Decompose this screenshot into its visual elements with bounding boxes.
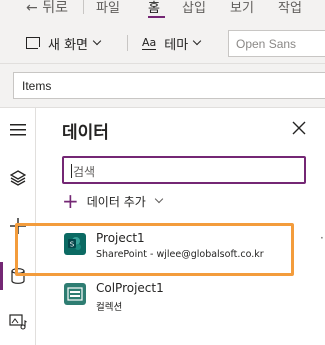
- theme-button[interactable]: Aa 테마: [142, 33, 202, 53]
- close-icon: [292, 121, 306, 135]
- media-icon: [9, 314, 27, 330]
- text-cursor: [71, 164, 72, 178]
- formula-bar: Items: [0, 64, 325, 108]
- rail-media-button[interactable]: [0, 304, 36, 340]
- highlight-box: [15, 223, 294, 276]
- add-data-button[interactable]: + 데이터 추가: [62, 189, 164, 213]
- menu-separator: [83, 0, 84, 14]
- chevron-down-icon: [92, 36, 102, 46]
- search-placeholder: 검색: [73, 165, 96, 179]
- data-source-subtitle: 컬렉션: [96, 302, 123, 313]
- add-data-label: 데이터 추가: [86, 194, 146, 209]
- theme-label: 테마: [164, 37, 189, 53]
- rail-tree-view-button[interactable]: [0, 160, 36, 196]
- menu-action[interactable]: 작업: [278, 0, 302, 16]
- collection-icon: [64, 283, 86, 305]
- more-options-icon[interactable]: ···: [320, 231, 325, 245]
- new-screen-label: 새 화면: [48, 37, 89, 53]
- close-pane-button[interactable]: [290, 119, 308, 137]
- font-family-dropdown[interactable]: Open Sans: [228, 30, 325, 57]
- chevron-down-icon: [192, 36, 202, 46]
- chevron-down-icon: [154, 194, 164, 204]
- data-source-item[interactable]: ColProject1 컬렉션: [58, 276, 318, 320]
- theme-icon: Aa: [142, 35, 157, 50]
- new-screen-button[interactable]: 새 화면: [26, 33, 102, 53]
- search-input[interactable]: 검색: [62, 156, 306, 184]
- rail-menu-button[interactable]: [0, 112, 36, 148]
- toolbar-divider: [127, 35, 128, 51]
- layers-icon: [10, 170, 26, 186]
- new-screen-icon: [26, 37, 43, 52]
- ribbon-toolbar: 새 화면 Aa 테마 Open Sans: [0, 18, 325, 64]
- pane-title: 데이터: [62, 123, 109, 143]
- menu-home[interactable]: 홈: [148, 0, 160, 16]
- back-label: 뒤로: [42, 0, 68, 16]
- back-button[interactable]: ← 뒤로: [26, 0, 68, 17]
- back-arrow-icon: ←: [26, 0, 38, 16]
- menu-file[interactable]: 파일: [96, 0, 120, 16]
- menu-bar: ← 뒤로 파일 홈 삽입 보기 작업: [0, 0, 325, 18]
- property-dropdown[interactable]: Items: [13, 72, 325, 99]
- hamburger-icon: [10, 124, 26, 136]
- data-source-name: ColProject1: [96, 281, 164, 295]
- menu-view[interactable]: 보기: [230, 0, 254, 16]
- plus-icon: +: [62, 189, 79, 213]
- menu-insert[interactable]: 삽입: [182, 0, 206, 16]
